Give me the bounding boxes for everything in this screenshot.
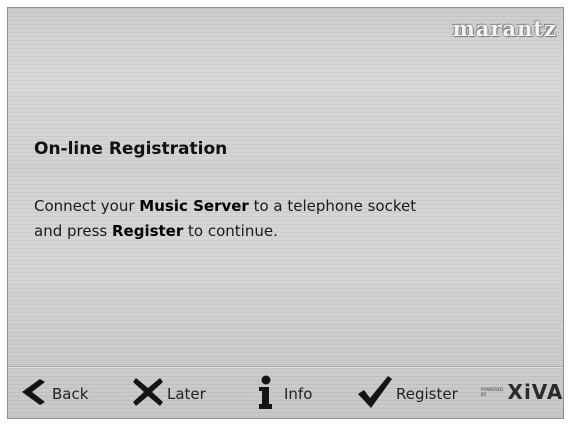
info-button[interactable]: Info <box>256 375 313 413</box>
left-arrow-icon <box>22 379 48 409</box>
back-button[interactable]: Back <box>22 376 88 412</box>
later-button[interactable]: Later <box>133 376 206 412</box>
powered-by-text: POWERED BY <box>481 387 504 397</box>
register-highlight: Register <box>111 222 184 240</box>
info-label: Info <box>284 385 313 403</box>
xiva-logo: XiVA <box>507 380 564 404</box>
message-text: to a telephone socket <box>248 197 417 215</box>
instruction-message: Connect your Music Server to a telephone… <box>34 194 504 244</box>
message-text: and press <box>34 222 112 240</box>
xiva-branding: POWERED BY XiVA <box>481 380 563 404</box>
marantz-logo: marantz <box>452 16 557 41</box>
info-icon <box>256 375 274 413</box>
later-label: Later <box>167 385 206 403</box>
footer-toolbar: Back Later Info Register POWERED BY XiVA <box>8 368 563 418</box>
back-label: Back <box>52 385 89 403</box>
music-server-highlight: Music Server <box>139 197 249 215</box>
message-text: Connect your <box>34 197 140 215</box>
register-button[interactable]: Register <box>358 376 458 412</box>
x-icon <box>133 378 163 410</box>
checkmark-icon <box>358 376 392 412</box>
registration-screen: marantz On-line Registration Connect you… <box>7 7 564 419</box>
page-title: On-line Registration <box>34 139 228 159</box>
footer-divider <box>8 366 563 367</box>
message-text: to continue. <box>183 222 278 240</box>
register-label: Register <box>396 385 458 403</box>
